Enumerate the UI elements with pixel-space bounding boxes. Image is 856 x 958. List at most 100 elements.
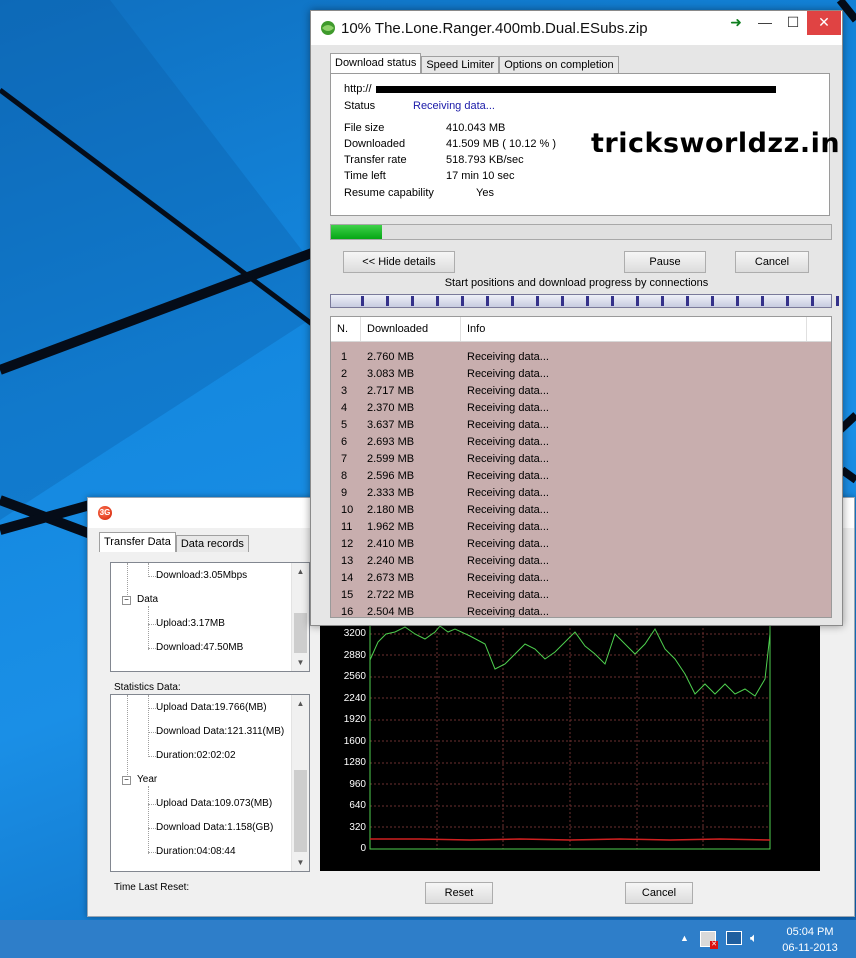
url-redacted xyxy=(376,86,776,93)
scroll-thumb[interactable] xyxy=(294,613,307,653)
table-row[interactable]: 8 2.596 MB Receiving data... xyxy=(331,468,831,485)
cell-n: 11 xyxy=(341,521,353,533)
table-row[interactable]: 13 2.240 MB Receiving data... xyxy=(331,553,831,570)
scroll-thumb[interactable] xyxy=(294,770,307,852)
scroll-up-icon[interactable]: ▲ xyxy=(292,695,309,712)
tree-item-duration-year[interactable]: Duration:04:08:44 xyxy=(156,846,236,857)
cancel-button[interactable]: Cancel xyxy=(735,251,809,273)
cell-info: Receiving data... xyxy=(467,351,549,363)
tree-item-download-data-year[interactable]: Download Data:1.158(GB) xyxy=(156,822,273,833)
tree-item-download-rate[interactable]: Download:3.05Mbps xyxy=(156,570,247,581)
collapse-data-icon[interactable]: − xyxy=(122,596,131,605)
tree-item-download-data[interactable]: Download:47.50MB xyxy=(156,642,243,653)
tab-options-on-completion[interactable]: Options on completion xyxy=(499,56,619,73)
connection-marker xyxy=(761,296,764,306)
maximize-button[interactable]: ☐ xyxy=(779,11,807,35)
tab-transfer-data[interactable]: Transfer Data xyxy=(99,532,176,552)
action-center-icon[interactable]: ✕ xyxy=(700,931,718,949)
show-hidden-icons-icon[interactable]: ▲ xyxy=(680,933,689,943)
network-icon[interactable] xyxy=(726,931,742,945)
connection-marker xyxy=(786,296,789,306)
cell-n: 3 xyxy=(341,385,348,397)
clock-date[interactable]: 06-11-2013 xyxy=(775,942,845,954)
volume-icon[interactable]: 🔈︎ xyxy=(750,930,758,946)
table-row[interactable]: 10 2.180 MB Receiving data... xyxy=(331,502,831,519)
pause-button[interactable]: Pause xyxy=(624,251,706,273)
statistics-data-tree[interactable]: Upload Data:19.766(MB) Download Data:121… xyxy=(110,694,310,872)
tree2-scrollbar[interactable]: ▲ ▼ xyxy=(291,695,309,871)
table-row[interactable]: 15 2.722 MB Receiving data... xyxy=(331,587,831,604)
scroll-down-icon[interactable]: ▼ xyxy=(292,854,309,871)
tree-item-upload-data-year[interactable]: Upload Data:109.073(MB) xyxy=(156,798,272,809)
connection-marker xyxy=(411,296,414,306)
tree-group-data[interactable]: Data xyxy=(137,594,158,605)
table-row[interactable]: 14 2.673 MB Receiving data... xyxy=(331,570,831,587)
connection-marker xyxy=(836,296,839,306)
progress-fill xyxy=(331,225,382,239)
cell-info: Receiving data... xyxy=(467,589,549,601)
cell-n: 1 xyxy=(341,351,348,363)
monitor-tab-strip: Transfer Data Data records xyxy=(99,532,249,552)
table-row[interactable]: 6 2.693 MB Receiving data... xyxy=(331,434,831,451)
cell-info: Receiving data... xyxy=(467,572,549,584)
tab-speed-limiter[interactable]: Speed Limiter xyxy=(421,56,500,73)
idm-window-title: 10% The.Lone.Ranger.400mb.Dual.ESubs.zip xyxy=(341,20,648,37)
scroll-up-icon[interactable]: ▲ xyxy=(292,563,309,580)
table-row[interactable]: 12 2.410 MB Receiving data... xyxy=(331,536,831,553)
table-row[interactable]: 2 3.083 MB Receiving data... xyxy=(331,366,831,383)
transfer-rate-label: Transfer rate xyxy=(344,154,407,166)
cell-info: Receiving data... xyxy=(467,385,549,397)
connections-list[interactable]: N. Downloaded Info 1 2.760 MB Receiving da… xyxy=(330,316,832,618)
cell-info: Receiving data... xyxy=(467,538,549,550)
tab-data-records[interactable]: Data records xyxy=(175,535,249,552)
tree-item-upload-data-day[interactable]: Upload Data:19.766(MB) xyxy=(156,702,267,713)
cell-downloaded: 2.504 MB xyxy=(367,606,415,618)
3g-app-icon: 3G xyxy=(98,506,112,520)
connection-marker xyxy=(636,296,639,306)
transfer-data-tree[interactable]: Download:3.05Mbps − Data Upload:3.17MB D… xyxy=(110,562,310,672)
tree1-scrollbar[interactable]: ▲ ▼ xyxy=(291,563,309,671)
cell-info: Receiving data... xyxy=(467,504,549,516)
connection-marker xyxy=(536,296,539,306)
scroll-down-icon[interactable]: ▼ xyxy=(292,654,309,671)
cell-n: 10 xyxy=(341,504,354,516)
table-row[interactable]: 16 2.504 MB Receiving data... xyxy=(331,604,831,618)
table-row[interactable]: 11 1.962 MB Receiving data... xyxy=(331,519,831,536)
reset-button[interactable]: Reset xyxy=(425,882,493,904)
table-row[interactable]: 7 2.599 MB Receiving data... xyxy=(331,451,831,468)
cell-info: Receiving data... xyxy=(467,402,549,414)
tree-item-download-data-day[interactable]: Download Data:121.311(MB) xyxy=(156,726,284,737)
tree-item-upload-data[interactable]: Upload:3.17MB xyxy=(156,618,225,629)
minimize-button[interactable]: — xyxy=(751,11,779,35)
header-n[interactable]: N. xyxy=(331,317,361,341)
downloaded-label: Downloaded xyxy=(344,138,406,150)
clock-time[interactable]: 05:04 PM xyxy=(775,926,845,938)
monitor-cancel-button[interactable]: Cancel xyxy=(625,882,693,904)
connection-marker xyxy=(436,296,439,306)
header-downloaded[interactable]: Downloaded xyxy=(361,317,461,341)
arrow-icon[interactable]: ➜ xyxy=(724,11,748,35)
tree-item-duration-day[interactable]: Duration:02:02:02 xyxy=(156,750,236,761)
table-row[interactable]: 3 2.717 MB Receiving data... xyxy=(331,383,831,400)
hide-details-button[interactable]: << Hide details xyxy=(343,251,455,273)
header-info[interactable]: Info xyxy=(461,317,807,341)
cell-n: 4 xyxy=(341,402,348,414)
tree-group-year[interactable]: Year xyxy=(137,774,157,785)
close-button[interactable]: ✕ xyxy=(807,11,841,35)
collapse-year-icon[interactable]: − xyxy=(122,776,131,785)
cell-downloaded: 2.599 MB xyxy=(367,453,415,465)
time-left-value: 17 min 10 sec xyxy=(446,170,515,182)
table-row[interactable]: 1 2.760 MB Receiving data... xyxy=(331,349,831,366)
cell-n: 8 xyxy=(341,470,348,482)
table-row[interactable]: 5 3.637 MB Receiving data... xyxy=(331,417,831,434)
cell-info: Receiving data... xyxy=(467,606,549,618)
connections-caption: Start positions and download progress by… xyxy=(444,277,709,289)
tab-download-status[interactable]: Download status xyxy=(330,53,422,73)
connection-marker xyxy=(736,296,739,306)
taskbar: ▲ ✕ 🔈︎ 05:04 PM 06-11-2013 xyxy=(0,920,856,958)
cell-n: 2 xyxy=(341,368,348,380)
cell-downloaded: 2.717 MB xyxy=(367,385,415,397)
idm-title-bar[interactable]: 10% The.Lone.Ranger.400mb.Dual.ESubs.zip… xyxy=(311,11,842,45)
table-row[interactable]: 4 2.370 MB Receiving data... xyxy=(331,400,831,417)
table-row[interactable]: 9 2.333 MB Receiving data... xyxy=(331,485,831,502)
